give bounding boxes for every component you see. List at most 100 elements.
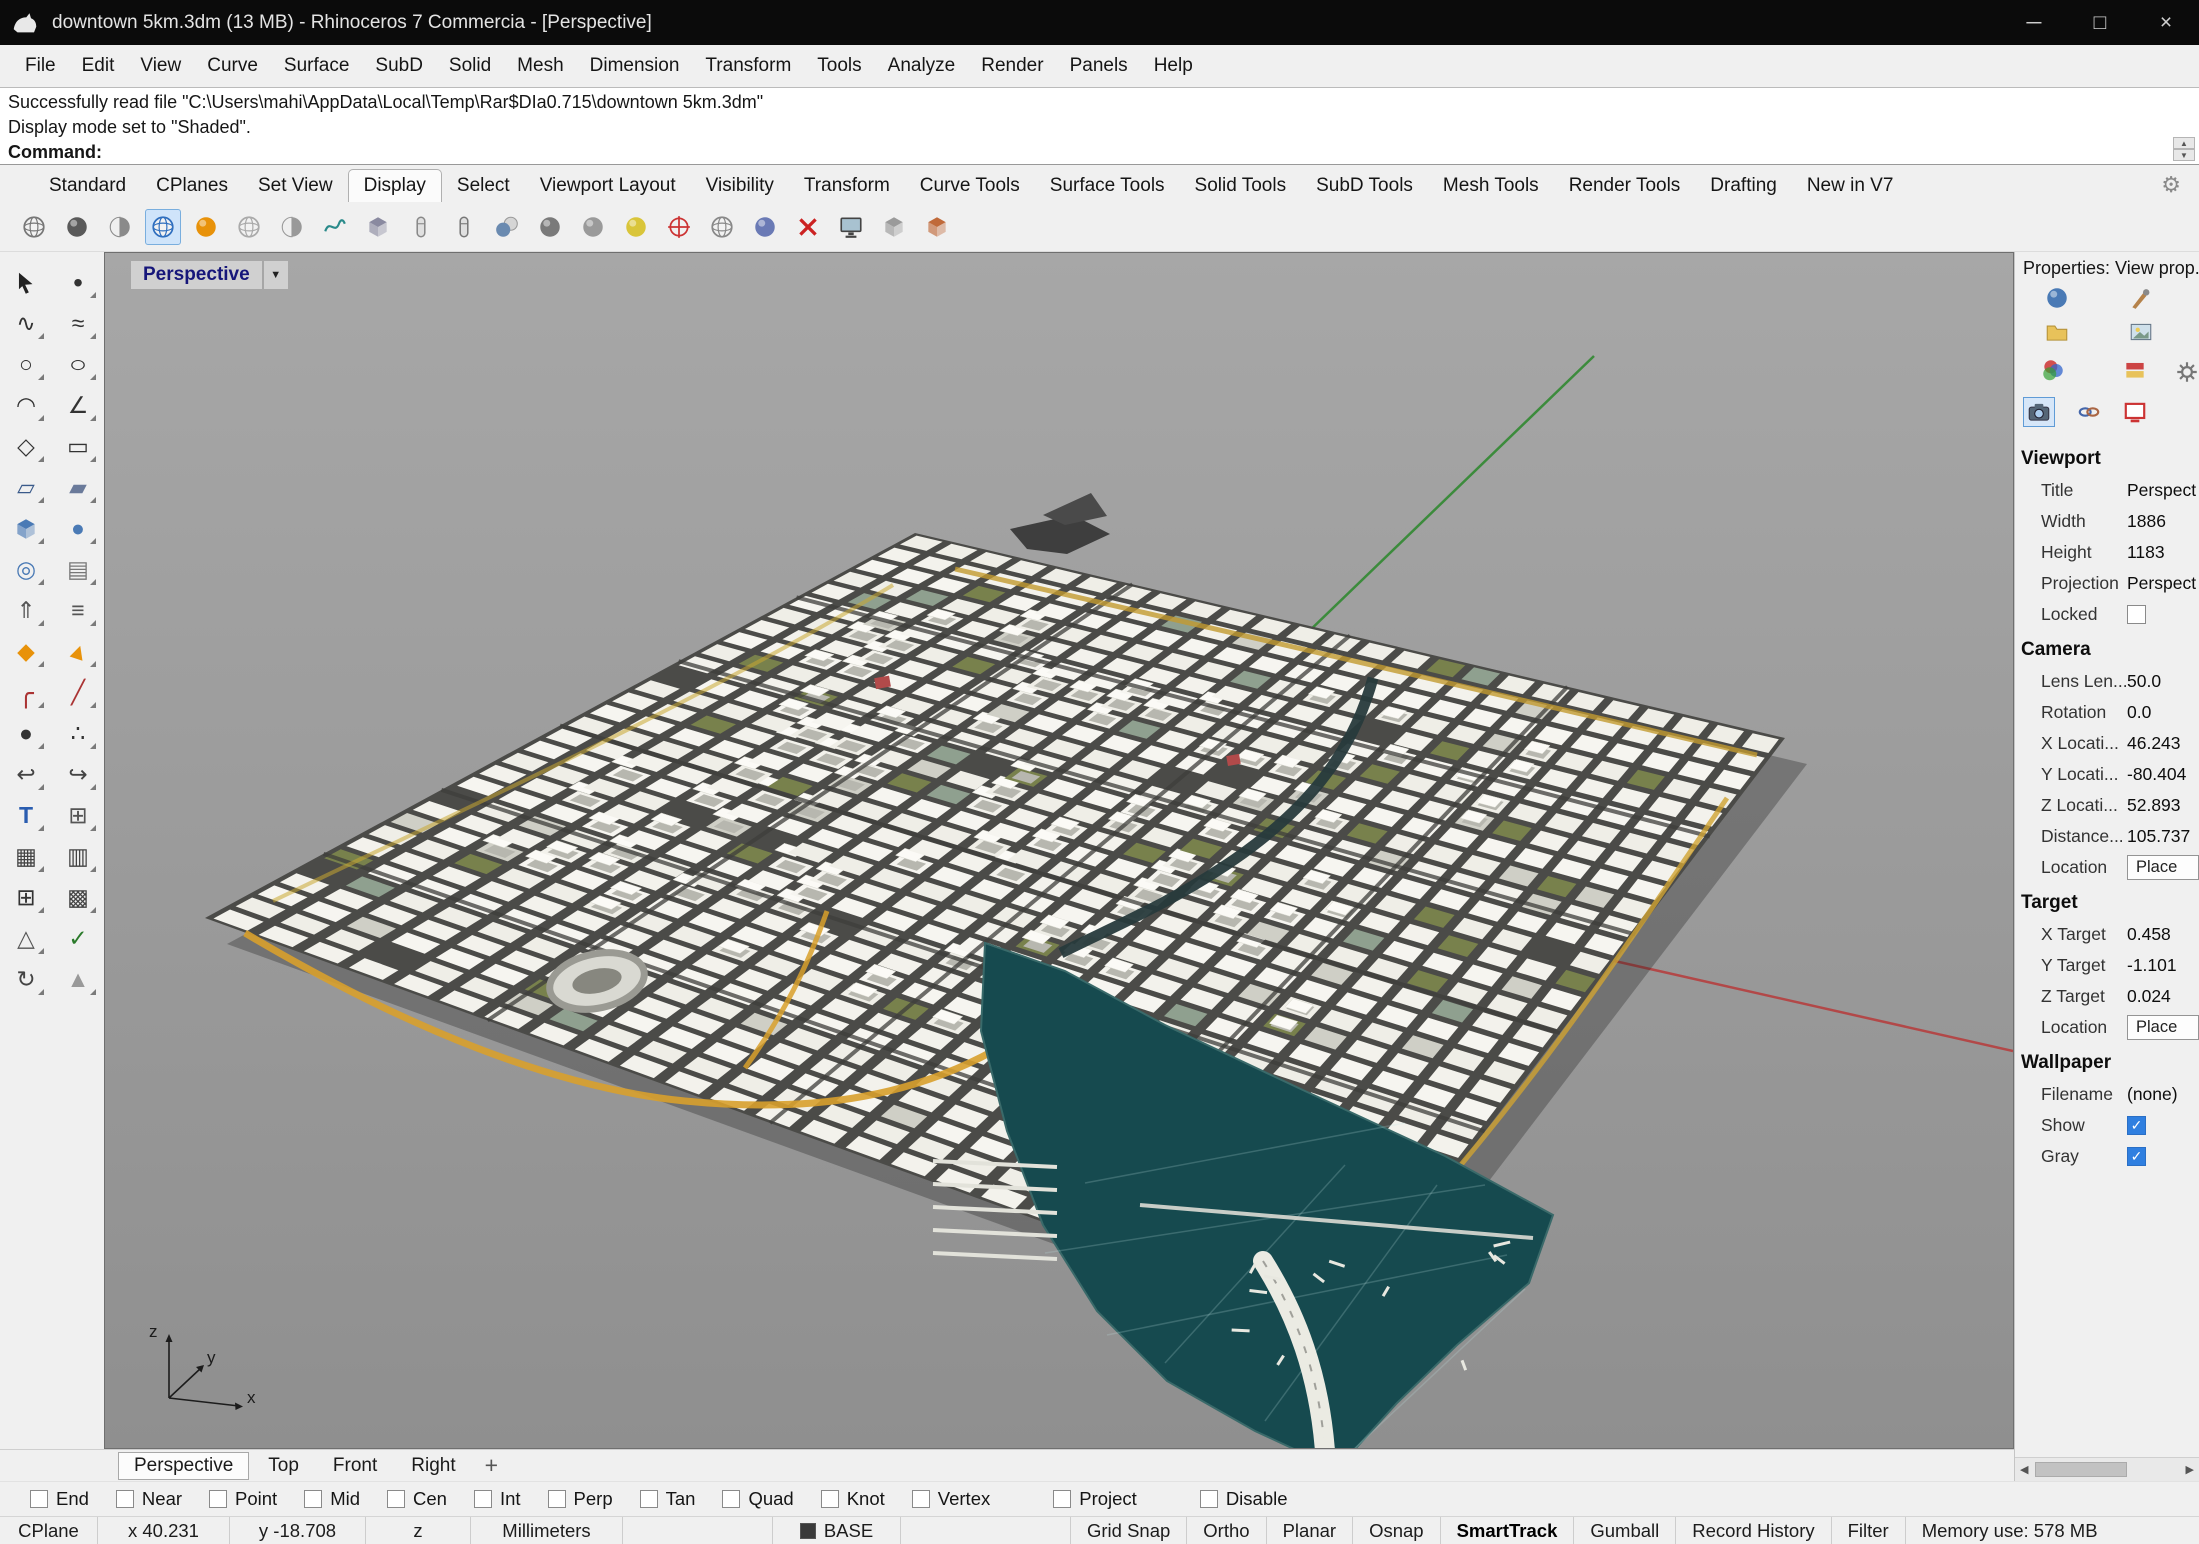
osnap-checkbox[interactable]	[722, 1490, 741, 1508]
point-cloud-icon[interactable]: ∴	[56, 713, 100, 754]
close-button[interactable]: ×	[2133, 0, 2199, 45]
viewport-tab-front[interactable]: Front	[318, 1453, 392, 1479]
property-value[interactable]: Perspect	[2127, 480, 2197, 501]
menu-panels[interactable]: Panels	[1057, 55, 1141, 77]
location-button[interactable]: Place	[2127, 1015, 2199, 1040]
minimize-button[interactable]: ─	[2001, 0, 2067, 45]
gray-checkbox[interactable]: ✓	[2127, 1147, 2146, 1166]
status-cplane[interactable]: CPlane	[0, 1517, 98, 1544]
viewport-title-chip[interactable]: Perspective ▼	[131, 261, 288, 289]
gem-tool-icon[interactable]: ◆	[4, 631, 48, 672]
osnap-checkbox[interactable]	[820, 1490, 839, 1508]
hook-left-icon[interactable]: ↩	[4, 754, 48, 795]
status-grid-snap[interactable]: Grid Snap	[1071, 1517, 1188, 1544]
ellipse-tool-icon[interactable]: ○	[56, 344, 100, 385]
osnap-checkbox[interactable]	[639, 1490, 658, 1508]
osnap-cen[interactable]: Cen	[387, 1488, 447, 1510]
shadow-sphere-icon[interactable]	[532, 209, 568, 245]
menu-subd[interactable]: SubD	[362, 55, 436, 77]
osnap-int[interactable]: Int	[473, 1488, 521, 1510]
status-base[interactable]: BASE	[773, 1517, 901, 1544]
osnap-knot[interactable]: Knot	[820, 1488, 885, 1510]
control-point-curve-icon[interactable]: ∿	[4, 303, 48, 344]
dark-sphere-icon[interactable]: ●	[4, 713, 48, 754]
eye-sphere-icon[interactable]	[704, 209, 740, 245]
menu-view[interactable]: View	[127, 55, 194, 77]
rendered-display-icon[interactable]	[188, 209, 224, 245]
status-smarttrack[interactable]: SmartTrack	[1441, 1517, 1575, 1544]
material-brush-icon[interactable]	[2125, 283, 2157, 313]
menu-help[interactable]: Help	[1141, 55, 1206, 77]
rectangle-tool-icon[interactable]: ▭	[56, 426, 100, 467]
check-tool-icon[interactable]: ✓	[56, 918, 100, 959]
viewport-perspective[interactable]: Perspective ▼ z y x	[104, 252, 2014, 1449]
toolbar-tab-set-view[interactable]: Set View	[243, 170, 348, 202]
xray-display-icon[interactable]	[231, 209, 267, 245]
osnap-vertex[interactable]: Vertex	[911, 1488, 990, 1510]
clipping-x-icon[interactable]	[790, 209, 826, 245]
two-spheres-icon[interactable]	[489, 209, 525, 245]
freeform-curve-icon[interactable]: ≈	[56, 303, 100, 344]
toolbar-tab-new-in-v7[interactable]: New in V7	[1792, 170, 1909, 202]
menu-solid[interactable]: Solid	[436, 55, 504, 77]
grid-tool-icon[interactable]: ⊞	[4, 877, 48, 918]
osnap-checkbox[interactable]	[387, 1490, 406, 1508]
property-value[interactable]: 0.024	[2127, 986, 2197, 1007]
status-y-18-708[interactable]: y -18.708	[230, 1517, 366, 1544]
property-value[interactable]: 0.0	[2127, 702, 2197, 723]
rotate-tool-icon[interactable]: ↻	[4, 959, 48, 1000]
scroll-right-icon[interactable]: ▶	[2181, 1463, 2199, 1476]
osnap-checkbox[interactable]	[911, 1490, 930, 1508]
command-prompt[interactable]: Command:	[8, 140, 2191, 165]
hatch-tool-icon[interactable]: ▩	[56, 877, 100, 918]
unroll-tool-icon[interactable]: △	[4, 918, 48, 959]
osnap-near[interactable]: Near	[115, 1488, 182, 1510]
compass-target-icon[interactable]	[661, 209, 697, 245]
texture-photo-icon[interactable]	[2125, 317, 2157, 347]
property-value[interactable]: 105.737	[2127, 826, 2197, 847]
status-ortho[interactable]: Ortho	[1187, 1517, 1267, 1544]
toolbar-tab-transform[interactable]: Transform	[789, 170, 905, 202]
viewport-tab-top[interactable]: Top	[253, 1453, 314, 1479]
osnap-end[interactable]: End	[30, 1488, 89, 1510]
pan-views-icon[interactable]: +	[475, 1454, 508, 1477]
flat-shade-icon[interactable]	[360, 209, 396, 245]
spinner-down-icon[interactable]: ▼	[2173, 149, 2195, 161]
array-tool-icon[interactable]: ▦	[4, 836, 48, 877]
toolbar-tab-display[interactable]: Display	[347, 169, 442, 202]
gumball-icon[interactable]: ⊞	[56, 795, 100, 836]
locked-checkbox[interactable]	[2127, 605, 2146, 624]
menu-surface[interactable]: Surface	[271, 55, 362, 77]
scrollbar-thumb[interactable]	[2035, 1462, 2128, 1477]
status-x-40-231[interactable]: x 40.231	[98, 1517, 230, 1544]
osnap-checkbox[interactable]	[547, 1490, 566, 1508]
property-value[interactable]: 1886	[2127, 511, 2197, 532]
osnap-mid[interactable]: Mid	[304, 1488, 360, 1510]
toolbar-tab-visibility[interactable]: Visibility	[691, 170, 789, 202]
box-tool-icon[interactable]	[4, 508, 48, 549]
monitor-frame-icon[interactable]	[2119, 397, 2151, 427]
status-gumball[interactable]: Gumball	[1574, 1517, 1677, 1544]
layers-stack-icon[interactable]	[2119, 355, 2151, 385]
polygon-tool-icon[interactable]: ◇	[4, 426, 48, 467]
osnap-checkbox[interactable]	[209, 1490, 228, 1508]
osnap-checkbox[interactable]	[115, 1490, 134, 1508]
wire-cube-icon[interactable]	[876, 209, 912, 245]
shaded-display-icon[interactable]	[59, 209, 95, 245]
scroll-left-icon[interactable]: ◀	[2015, 1463, 2033, 1476]
toolbar-options-gear-icon[interactable]: ⚙	[2161, 172, 2199, 202]
toolbar-tab-render-tools[interactable]: Render Tools	[1554, 170, 1696, 202]
property-value[interactable]: 1183	[2127, 542, 2197, 563]
text-tool-icon[interactable]: T	[4, 795, 48, 836]
toolbar-tab-drafting[interactable]: Drafting	[1695, 170, 1792, 202]
sweep-tool-icon[interactable]: ≡	[56, 590, 100, 631]
menu-dimension[interactable]: Dimension	[577, 55, 693, 77]
status-filter[interactable]: Filter	[1832, 1517, 1906, 1544]
osnap-quad[interactable]: Quad	[722, 1488, 794, 1510]
menu-file[interactable]: File	[12, 55, 69, 77]
osnap-project[interactable]: Project	[1053, 1488, 1137, 1510]
toolbar-tab-mesh-tools[interactable]: Mesh Tools	[1428, 170, 1554, 202]
arc-tool-icon[interactable]: ◠	[4, 385, 48, 426]
toolbar-tab-subd-tools[interactable]: SubD Tools	[1301, 170, 1428, 202]
gray-sphere-icon[interactable]	[575, 209, 611, 245]
